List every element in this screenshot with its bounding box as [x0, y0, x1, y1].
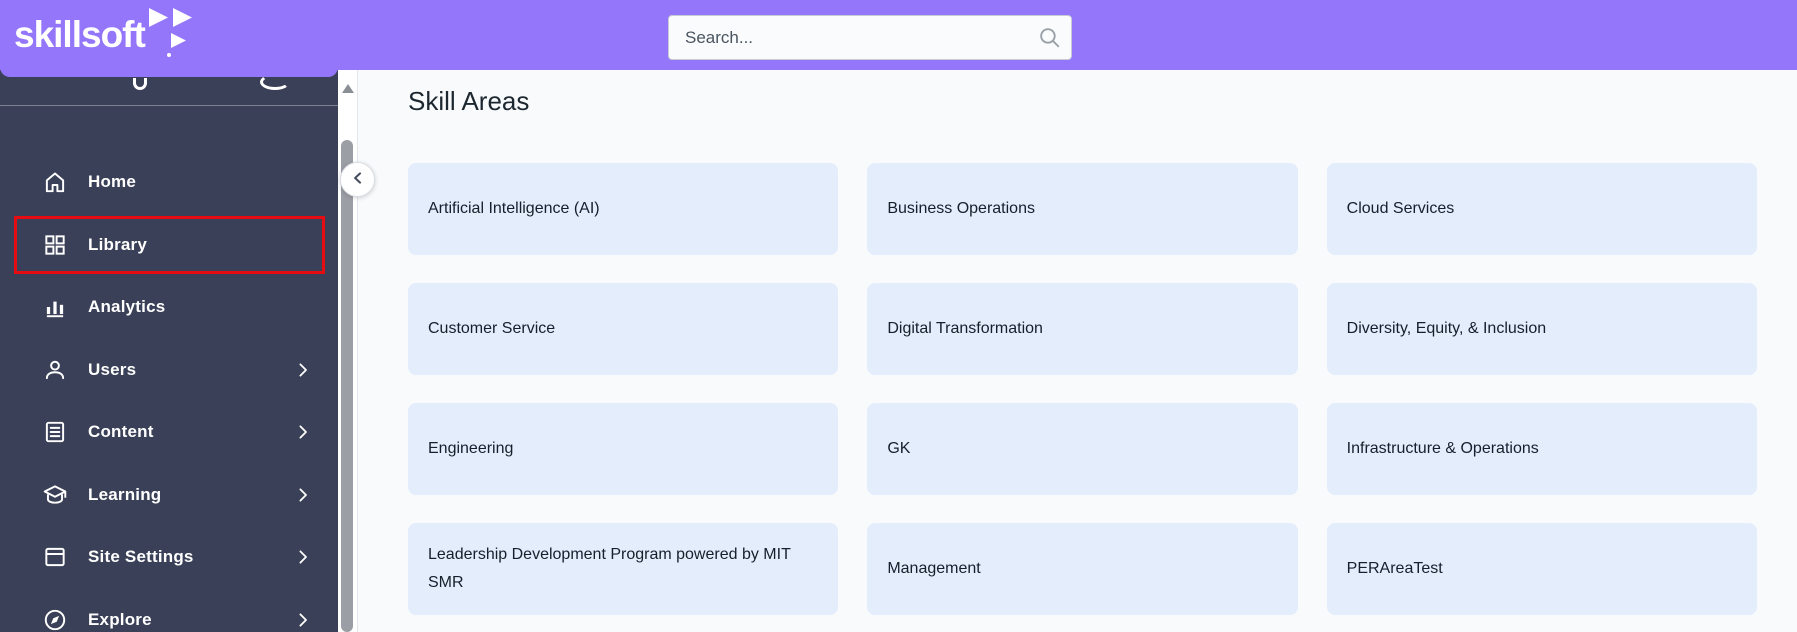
chevron-right-icon [294, 611, 312, 629]
registered-mark-dot [167, 53, 171, 57]
sidebar-nav: Home Library Analytics Users Content Lea… [0, 151, 338, 632]
app-window: skillsoft Search... Home Library Analyti… [0, 0, 1797, 632]
skill-area-card[interactable]: Engineering [408, 403, 839, 495]
sidebar-item-label: Learning [88, 484, 162, 504]
document-icon [42, 419, 68, 445]
skill-area-card[interactable]: Infrastructure & Operations [1326, 403, 1757, 495]
skill-area-label: Customer Service [428, 320, 556, 337]
skill-area-label: Leadership Development Program powered b… [428, 546, 791, 591]
skill-area-label: Infrastructure & Operations [1346, 440, 1539, 457]
skillsoft-logo[interactable]: skillsoft [14, 8, 192, 57]
search-input[interactable] [668, 15, 1072, 60]
skill-area-card[interactable]: PERAreaTest [1326, 523, 1757, 615]
home-icon [42, 169, 68, 195]
scrollbar-thumb[interactable] [341, 140, 353, 632]
sidebar-nav-item[interactable]: Explore [0, 589, 338, 632]
chevron-right-icon [294, 361, 312, 379]
skill-area-label: Engineering [428, 440, 514, 457]
skill-area-card[interactable]: Diversity, Equity, & Inclusion [1326, 283, 1757, 375]
skill-area-label: Diversity, Equity, & Inclusion [1346, 320, 1547, 337]
chevron-right-icon [294, 548, 312, 566]
global-search [668, 15, 1072, 60]
page-title: Skill Areas [408, 86, 530, 116]
skill-area-card[interactable]: Artificial Intelligence (AI) [408, 163, 839, 255]
browser-window-icon [42, 544, 68, 570]
search-icon[interactable] [1037, 25, 1062, 50]
chevron-right-icon [294, 486, 312, 504]
sidebar-nav-item[interactable]: Users [0, 339, 338, 402]
skill-area-card[interactable]: Cloud Services [1326, 163, 1757, 255]
skill-area-card[interactable]: Management [867, 523, 1298, 615]
skill-area-label: Cloud Services [1346, 200, 1455, 217]
sidebar-nav-item[interactable]: Analytics [0, 276, 338, 339]
chevron-right-icon [294, 423, 312, 441]
skill-area-label: Digital Transformation [887, 320, 1043, 337]
sidebar-item-label: Library [88, 234, 148, 254]
skill-area-label: GK [887, 440, 911, 457]
chevron-left-icon [348, 168, 368, 191]
sidebar-nav-item[interactable]: Content [0, 401, 338, 464]
user-icon [42, 357, 68, 383]
sidebar-item-label: Users [88, 359, 137, 379]
sidebar: Home Library Analytics Users Content Lea… [0, 70, 338, 632]
skill-area-label: PERAreaTest [1346, 560, 1443, 577]
skill-area-card[interactable]: Business Operations [867, 163, 1298, 255]
sidebar-item-label: Analytics [88, 297, 166, 317]
skill-area-card[interactable]: Customer Service [408, 283, 839, 375]
sidebar-nav-item[interactable]: Site Settings [0, 526, 338, 589]
skillsoft-logo-text: skillsoft [14, 14, 146, 55]
main-content: Skill Areas Artificial Intelligence (AI)… [359, 70, 1797, 632]
sidebar-nav-item[interactable]: Library [0, 214, 338, 277]
sidebar-item-label: Explore [88, 609, 152, 629]
sidebar-item-label: Site Settings [88, 547, 194, 567]
skill-area-label: Management [887, 560, 981, 577]
skill-area-card[interactable]: Leadership Development Program powered b… [408, 523, 839, 615]
skill-area-card[interactable]: Digital Transformation [867, 283, 1298, 375]
skill-area-card[interactable]: GK [867, 403, 1298, 495]
sidebar-scrollbar [338, 70, 358, 632]
scroll-up-arrow-icon[interactable] [342, 84, 354, 93]
sidebar-item-label: Home [88, 172, 137, 192]
sidebar-nav-item[interactable]: Home [0, 151, 338, 214]
sidebar-divider [0, 105, 338, 106]
skill-area-label: Business Operations [887, 200, 1035, 217]
skill-areas-grid: Artificial Intelligence (AI) Business Op… [408, 163, 1757, 615]
skillsoft-arrows-icon [147, 7, 203, 58]
sidebar-collapse-button[interactable] [340, 162, 375, 197]
bar-chart-icon [42, 294, 68, 320]
sidebar-nav-item[interactable]: Learning [0, 464, 338, 527]
compass-icon [42, 607, 68, 632]
library-grid-icon [42, 232, 68, 258]
skill-area-label: Artificial Intelligence (AI) [428, 200, 600, 217]
graduation-cap-icon [42, 482, 68, 508]
clipped-nav-fragment [133, 78, 147, 90]
sidebar-item-label: Content [88, 422, 154, 442]
